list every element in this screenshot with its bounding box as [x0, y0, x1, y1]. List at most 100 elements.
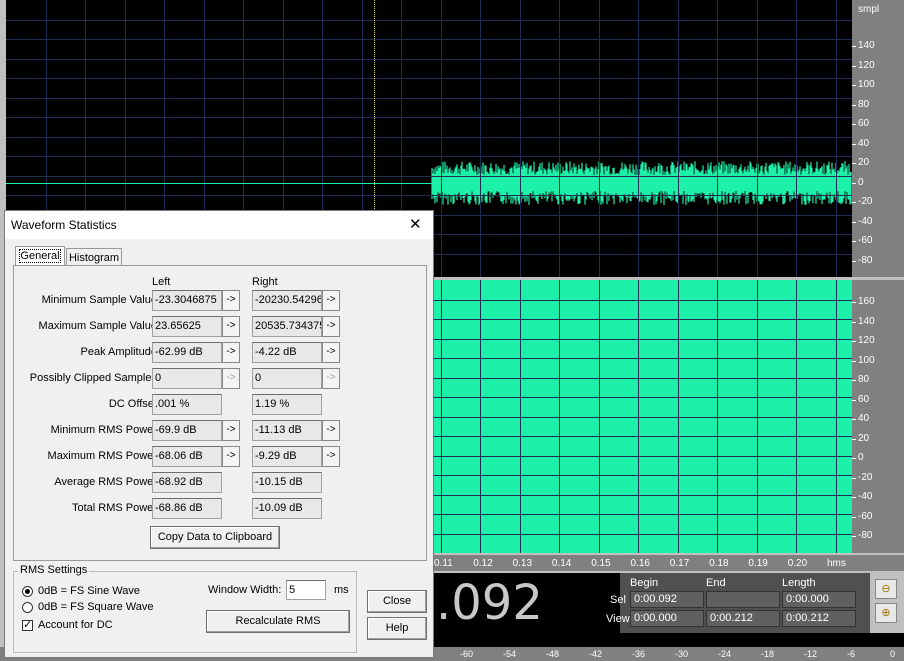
tab-histogram[interactable]: Histogram — [66, 248, 122, 266]
window-width-unit: ms — [334, 584, 349, 596]
position-panel: Begin End Length Sel View 0:00.092 0:00.… — [606, 573, 870, 633]
stat-right-value: 0 — [252, 368, 322, 389]
goto-right-button[interactable]: -> — [322, 446, 340, 467]
stat-right-value: -9.29 dB — [252, 446, 322, 467]
zoom-in-icon[interactable]: ⊕ — [875, 603, 897, 623]
stat-right-value: -20230.54296875 — [252, 290, 322, 311]
scale-tick — [852, 104, 856, 106]
amplitude-scale-left: smpl 140 120 100 80 60 40 20 0 -20 -40 -60 -80 — [852, 0, 904, 277]
time-tick-label: 0.11 — [434, 558, 453, 569]
radio-sine-label[interactable]: 0dB = FS Sine Wave — [38, 585, 140, 597]
window-width-input[interactable]: 5 — [286, 580, 326, 600]
grid-line-vertical — [480, 0, 481, 277]
scale-tick — [852, 341, 856, 342]
time-tick-label: 0.17 — [669, 558, 690, 569]
grid-line-vertical — [677, 0, 679, 277]
goto-left-button[interactable]: -> — [222, 290, 240, 311]
time-axis: 0.11 0.12 0.13 0.14 0.15 0.16 0.17 0.18 0.19 0.20… — [430, 555, 852, 571]
sel-begin[interactable]: 0:00.092 — [630, 591, 704, 608]
radio-square[interactable] — [22, 602, 33, 613]
scale-label: 40 — [858, 137, 870, 149]
recalculate-rms-button[interactable]: Recalculate RMS — [206, 610, 350, 633]
general-tab-panel: Left Right Minimum Sample Value: -23.3046… — [13, 265, 427, 561]
grid-line-horizontal — [6, 19, 852, 21]
time-display-value: .092 — [436, 575, 543, 631]
stat-left-value: 0 — [152, 368, 222, 389]
view-length[interactable]: 0:00.212 — [782, 610, 856, 627]
stat-right-value: 1.19 % — [252, 394, 322, 415]
grid-line-horizontal — [6, 195, 852, 196]
rms-settings-group: RMS Settings 0dB = FS Sine Wave 0dB = FS… — [13, 564, 357, 653]
grid-line-horizontal — [6, 58, 852, 60]
scale-tick — [852, 163, 856, 164]
db-ruler-label: -12 — [804, 649, 818, 659]
view-end[interactable]: 0:00.212 — [706, 610, 780, 627]
stat-left-value: -62.99 dB — [152, 342, 222, 363]
grid-line-vertical — [717, 0, 718, 277]
goto-right-button[interactable]: -> — [322, 316, 340, 337]
sel-length[interactable]: 0:00.000 — [782, 591, 856, 608]
dialog-title: Waveform Statistics — [11, 218, 117, 232]
stat-label: Average RMS Power: — [54, 476, 160, 488]
stat-left-value: -68.92 dB — [152, 472, 222, 493]
stat-right-value: -10.09 dB — [252, 498, 322, 519]
grid-line-vertical — [519, 0, 521, 277]
scale-tick — [852, 85, 856, 86]
account-dc-label[interactable]: Account for DC — [38, 619, 113, 631]
zoom-out-icon[interactable]: ⊖ — [875, 579, 897, 599]
left-column-header: Left — [152, 276, 171, 288]
goto-left-button[interactable]: -> — [222, 316, 240, 337]
scale-tick — [852, 321, 856, 323]
scale-label: 60 — [858, 393, 870, 405]
time-tick-label: 0.18 — [709, 558, 729, 569]
db-ruler-label: -36 — [632, 649, 646, 659]
begin-header: Begin — [630, 577, 659, 589]
scale-label: 120 — [858, 335, 875, 346]
rms-settings-title: RMS Settings — [18, 564, 90, 576]
help-button[interactable]: Help — [367, 617, 427, 640]
scale-tick — [852, 260, 856, 262]
scale-tick — [852, 360, 856, 362]
account-dc-checkbox[interactable]: ✓ — [22, 619, 33, 631]
goto-right-button[interactable]: -> — [322, 420, 340, 441]
right-column-header: Right — [252, 276, 278, 288]
view-begin[interactable]: 0:00.000 — [630, 610, 704, 627]
scale-label: -60 — [858, 235, 873, 246]
grid-line-vertical — [440, 0, 442, 277]
goto-right-button[interactable]: -> — [322, 290, 340, 311]
scale-tick — [852, 241, 856, 242]
db-ruler-label: -54 — [503, 649, 517, 659]
copy-to-clipboard-button[interactable]: Copy Data to Clipboard — [150, 526, 280, 549]
sel-end[interactable] — [706, 591, 780, 608]
goto-left-button[interactable]: -> — [222, 342, 240, 363]
scale-label: 80 — [858, 98, 870, 110]
goto-right-button[interactable]: -> — [322, 342, 340, 363]
close-button[interactable]: Close — [367, 590, 427, 613]
stat-left-value: 23.65625 — [152, 316, 222, 337]
stat-label: DC Offset: — [108, 398, 160, 410]
stat-label: Peak Amplitude: — [80, 346, 161, 358]
stat-label: Maximum RMS Power: — [47, 450, 160, 462]
units-label: smpl — [858, 4, 880, 15]
scale-tick — [852, 497, 856, 498]
stat-left-value: .001 % — [152, 394, 222, 415]
goto-left-button[interactable]: -> — [222, 420, 240, 441]
tab-general[interactable]: General — [15, 246, 65, 266]
scale-label: 140 — [858, 315, 875, 327]
goto-left-button[interactable]: -> — [222, 446, 240, 467]
scale-label: 100 — [858, 79, 875, 90]
scale-tick — [852, 46, 856, 47]
scale-tick — [852, 302, 856, 303]
db-ruler-label: -42 — [589, 649, 603, 659]
scale-tick — [852, 380, 856, 381]
time-tick-label: 0.19 — [748, 558, 768, 569]
scale-tick — [852, 477, 856, 479]
stat-right-value: -10.15 dB — [252, 472, 322, 493]
grid-line-horizontal — [6, 156, 852, 157]
radio-square-label[interactable]: 0dB = FS Square Wave — [38, 601, 153, 613]
scale-tick — [852, 221, 856, 223]
radio-sine[interactable] — [22, 586, 33, 597]
close-icon[interactable]: ✕ — [409, 215, 422, 233]
stat-right-value: -4.22 dB — [252, 342, 322, 363]
scale-label: 60 — [858, 118, 870, 129]
